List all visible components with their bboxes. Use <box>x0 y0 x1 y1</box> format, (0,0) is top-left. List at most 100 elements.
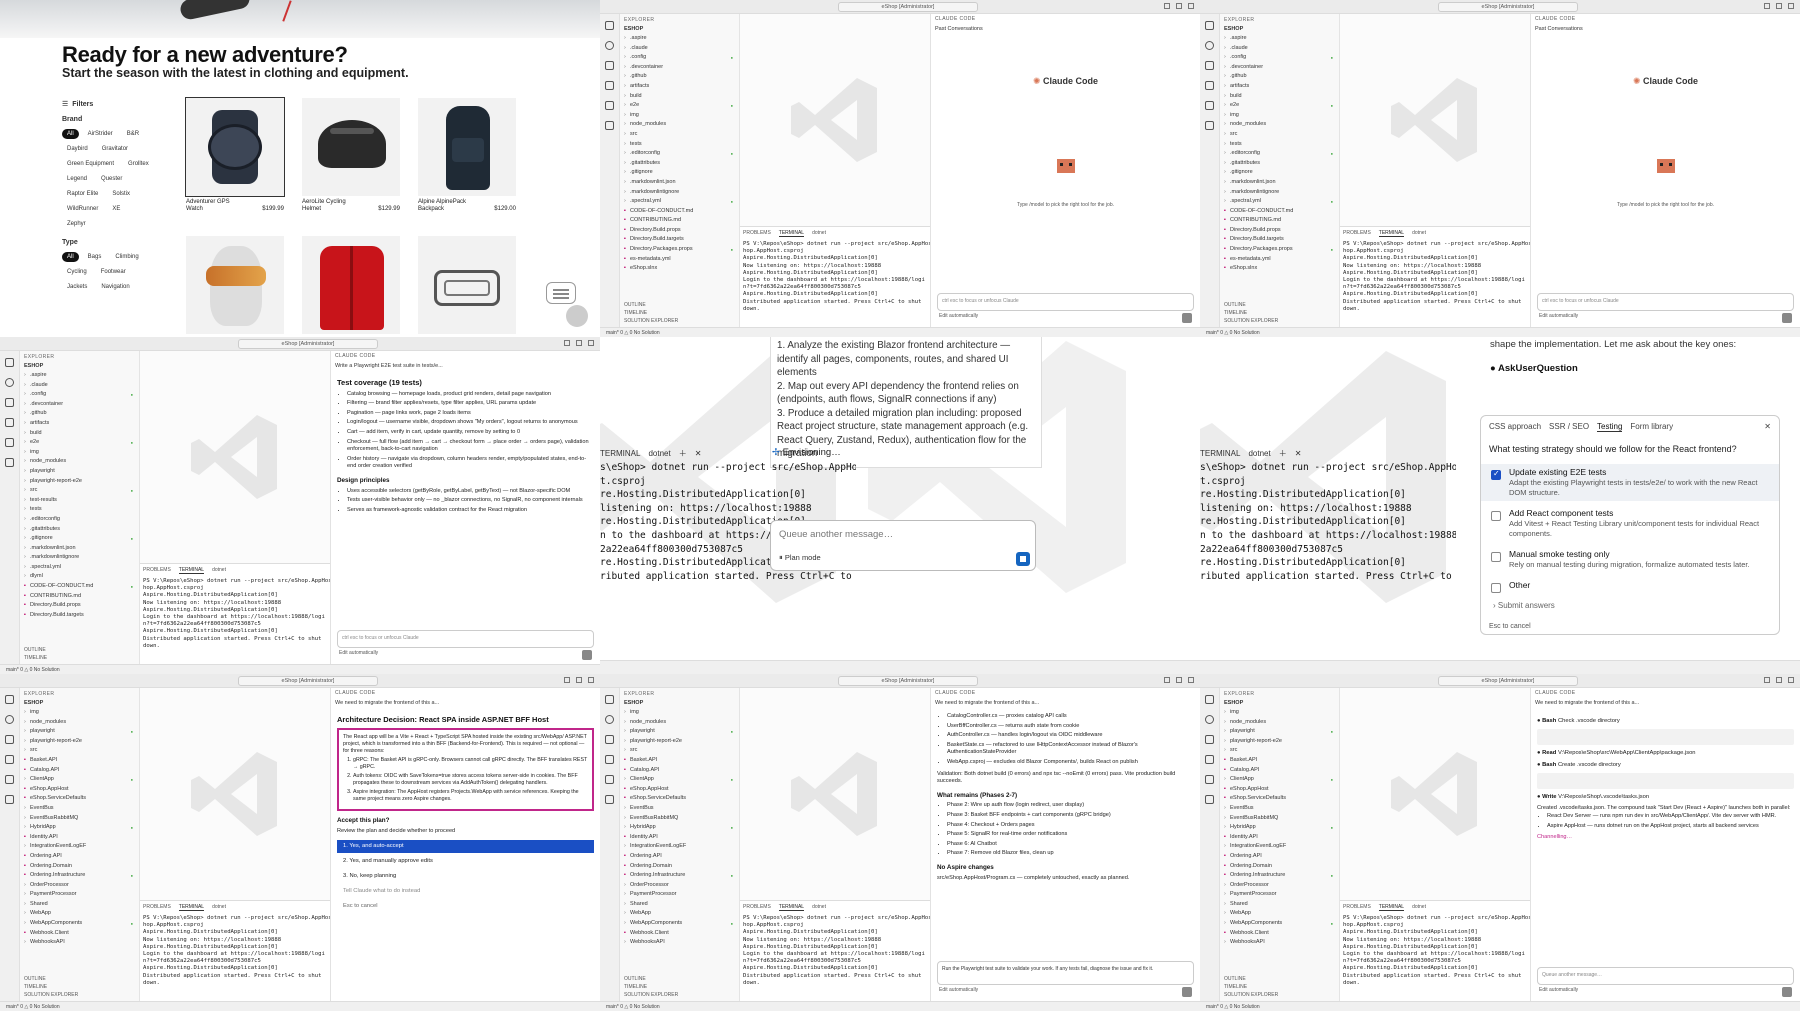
product-card[interactable]: Alpine AlpinePack Backpack $129.00 <box>418 98 516 213</box>
extensions-icon[interactable] <box>1205 775 1214 784</box>
tree-item[interactable]: Shared <box>1224 900 1335 910</box>
tree-item[interactable]: node_modules <box>624 120 735 130</box>
source-control-icon[interactable] <box>1205 735 1214 744</box>
tree-item[interactable]: .markdownlintignore <box>1224 188 1335 198</box>
tree-item[interactable]: Ordering.API <box>624 852 735 862</box>
brand-chip[interactable]: XE <box>107 204 126 214</box>
branch-status[interactable]: main* <box>6 1004 19 1010</box>
plan-mode-toggle[interactable]: ⏸ Plan mode <box>779 553 821 563</box>
solution-status[interactable]: No Solution <box>34 667 60 673</box>
solution-explorer-section[interactable]: SOLUTION EXPLORER <box>24 991 78 999</box>
testing-icon[interactable] <box>1205 795 1214 804</box>
tree-item[interactable]: .gitignore <box>624 168 735 178</box>
command-search[interactable]: eShop [Administrator] <box>838 2 978 12</box>
tree-item[interactable]: build <box>624 92 735 102</box>
tree-item[interactable]: CONTRIBUTING.md <box>624 216 735 226</box>
tree-item[interactable]: Directory.Build.targets <box>624 235 735 245</box>
tree-item[interactable]: .aspire <box>624 34 735 44</box>
tree-item[interactable]: playwright-report-e2e <box>24 737 135 747</box>
branch-status[interactable]: main* <box>1206 1004 1219 1010</box>
minimize-icon[interactable] <box>1764 677 1770 683</box>
outline-section[interactable]: OUTLINE <box>24 646 47 654</box>
tree-item[interactable]: .aspire <box>24 371 135 381</box>
workspace-root[interactable]: ESHOP <box>24 363 135 369</box>
terminal-label[interactable]: TERMINAL <box>1200 449 1240 458</box>
tree-item[interactable]: Webhook.Client <box>624 929 735 939</box>
filters-header[interactable]: ☰ Filters <box>62 100 154 109</box>
tree-item[interactable]: EventBusRabbitMQ <box>24 814 135 824</box>
command-search[interactable]: eShop [Administrator] <box>238 676 378 686</box>
tree-item[interactable]: .gitattributes <box>624 159 735 169</box>
tab-terminal[interactable]: TERMINAL <box>1378 904 1405 911</box>
tree-item[interactable]: playwright <box>624 727 735 737</box>
minimize-icon[interactable] <box>1164 677 1170 683</box>
maximize-icon[interactable] <box>1776 677 1782 683</box>
tab-problems[interactable]: PROBLEMS <box>743 904 771 911</box>
tab-form-library[interactable]: Form library <box>1630 422 1673 432</box>
brand-chip[interactable]: AirStrider <box>82 129 118 139</box>
tree-item[interactable]: test-results <box>24 496 135 506</box>
source-control-icon[interactable] <box>5 735 14 744</box>
explorer-icon[interactable] <box>1205 21 1214 30</box>
message-queue-input[interactable]: Queue another message… ⏸ Plan mode <box>770 520 1036 571</box>
tree-item[interactable]: .claude <box>1224 44 1335 54</box>
workspace-root[interactable]: ESHOP <box>1224 26 1335 32</box>
testing-icon[interactable] <box>605 795 614 804</box>
explorer-icon[interactable] <box>5 695 14 704</box>
run-debug-icon[interactable] <box>605 81 614 90</box>
tree-item[interactable]: .editorconfig <box>624 149 735 159</box>
solution-status[interactable]: No Solution <box>34 1004 60 1010</box>
product-card[interactable]: Adventurer GPS Watch $199.99 <box>185 97 285 213</box>
tree-item[interactable]: e2e <box>24 438 135 448</box>
tree-item[interactable]: Basket.API <box>24 756 135 766</box>
tree-item[interactable]: HybridApp <box>24 823 135 833</box>
brand-chip[interactable]: Grolltex <box>123 159 154 169</box>
terminal-label[interactable]: TERMINAL <box>600 449 640 458</box>
tree-item[interactable]: node_modules <box>1224 718 1335 728</box>
tree-item[interactable]: .github <box>24 409 135 419</box>
branch-status[interactable]: main* <box>606 330 619 336</box>
source-control-icon[interactable] <box>1205 61 1214 70</box>
tree-item[interactable]: es-metadata.yml <box>1224 255 1335 265</box>
conversation-title[interactable]: We need to migrate the frontend of this … <box>931 698 1200 709</box>
tree-item[interactable]: src <box>1224 746 1335 756</box>
tree-item[interactable]: src <box>624 130 735 140</box>
testing-icon[interactable] <box>5 458 14 467</box>
problems-status[interactable]: 0 △ 0 <box>1220 330 1232 336</box>
option-other[interactable]: Other <box>1481 577 1779 593</box>
tree-item[interactable]: Ordering.Domain <box>24 862 135 872</box>
tree-item[interactable]: WebAppComponents <box>624 919 735 929</box>
workspace-root[interactable]: ESHOP <box>624 700 735 706</box>
tree-item[interactable]: Identity.API <box>24 833 135 843</box>
solution-status[interactable]: No Solution <box>1234 1004 1260 1010</box>
tree-item[interactable]: .spectral.yml <box>24 563 135 573</box>
option-component-tests[interactable]: Add React component tests Add Vitest + R… <box>1481 505 1779 542</box>
type-chip[interactable]: All <box>62 252 79 262</box>
tree-item[interactable]: .github <box>1224 72 1335 82</box>
extensions-icon[interactable] <box>605 101 614 110</box>
tree-item[interactable]: src <box>624 746 735 756</box>
close-icon[interactable]: ✕ <box>1764 422 1771 432</box>
type-chip[interactable]: Bags <box>82 252 107 262</box>
brand-chip[interactable]: Green Equipment <box>62 159 120 169</box>
tree-item[interactable]: Basket.API <box>624 756 735 766</box>
problems-status[interactable]: 0 △ 0 <box>620 1004 632 1010</box>
tree-item[interactable]: Identity.API <box>1224 833 1335 843</box>
terminal-shell[interactable]: dotnet <box>812 904 826 911</box>
explorer-icon[interactable] <box>5 358 14 367</box>
timeline-section[interactable]: TIMELINE <box>624 309 678 317</box>
claude-input[interactable]: ctrl esc to focus or unfocus Claude <box>937 293 1194 311</box>
tree-item[interactable]: ClientApp <box>1224 775 1335 785</box>
tree-item[interactable]: node_modules <box>24 457 135 467</box>
search-icon[interactable] <box>5 378 14 387</box>
close-icon[interactable] <box>1188 677 1194 683</box>
outline-section[interactable]: OUTLINE <box>624 301 678 309</box>
timeline-section[interactable]: TIMELINE <box>24 654 47 662</box>
search-icon[interactable] <box>1205 715 1214 724</box>
tree-item[interactable]: tests <box>624 140 735 150</box>
product-card[interactable] <box>186 236 284 334</box>
tree-item[interactable]: src <box>1224 130 1335 140</box>
tree-item[interactable]: artifacts <box>24 419 135 429</box>
tree-item[interactable]: .spectral.yml <box>624 197 735 207</box>
tree-item[interactable]: src <box>24 486 135 496</box>
